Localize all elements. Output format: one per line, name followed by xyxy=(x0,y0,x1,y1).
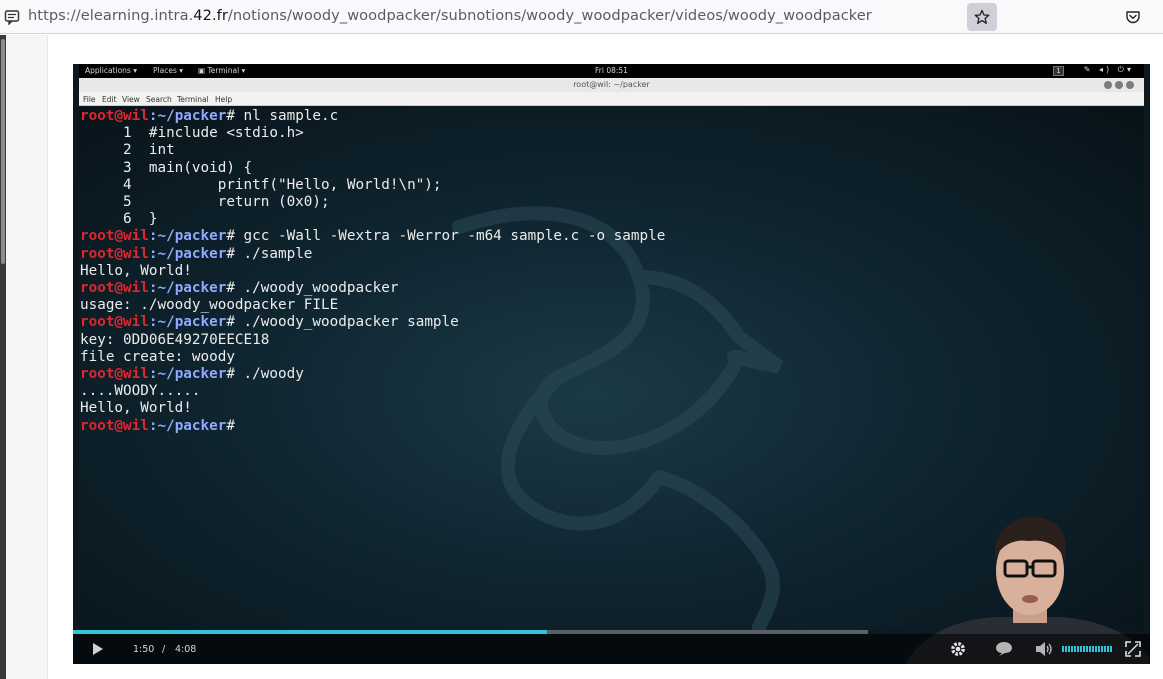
terminal-menu: ▣ Terminal ▾ xyxy=(198,66,246,75)
term-menu-terminal: Terminal xyxy=(177,95,209,104)
subtitles-icon[interactable] xyxy=(995,641,1013,657)
workspace-indicator: 1 xyxy=(1053,66,1064,76)
terminal-line: file create: woody xyxy=(80,348,235,365)
bookmark-star-icon xyxy=(974,9,990,24)
terminal-line: Hello, World! xyxy=(80,262,192,279)
terminal-line: root@wil:~/packer# xyxy=(80,417,235,434)
terminal-line: key: 0DD06E49270EECE18 xyxy=(80,331,270,348)
terminal-line: root@wil:~/packer# ./woody_woodpacker xyxy=(80,280,399,297)
terminal-line: 1 #include <stdio.h> xyxy=(80,125,304,142)
close-icon xyxy=(1126,81,1134,89)
terminal-title: root@wil: ~/packer xyxy=(573,80,650,89)
terminal-output: root@wil:~/packer# nl sample.c 1 #includ… xyxy=(80,108,665,435)
video-player[interactable]: Applications ▾ Places ▾ ▣ Terminal ▾ Fri… xyxy=(73,64,1150,664)
scrollbar-thumb[interactable] xyxy=(1,39,5,264)
left-gutter xyxy=(6,35,48,679)
time-separator: / xyxy=(162,644,166,655)
terminal-line: 5 return (0x0); xyxy=(80,194,330,211)
window-buttons xyxy=(1101,81,1134,91)
places-menu: Places ▾ xyxy=(153,66,183,75)
maximize-icon xyxy=(1115,81,1123,89)
fullscreen-icon[interactable] xyxy=(1125,641,1141,657)
terminal-line: Hello, World! xyxy=(80,400,192,417)
applications-menu: Applications ▾ xyxy=(85,66,137,75)
system-tray-icons: ✎ ◂) ⏻▾ xyxy=(1083,65,1134,74)
terminal-line: root@wil:~/packer# gcc -Wall -Wextra -We… xyxy=(80,228,666,245)
video-controls: 1:50 / 4:08 xyxy=(73,634,1150,664)
duration: 4:08 xyxy=(175,644,197,655)
term-menu-search: Search xyxy=(146,95,172,104)
terminal-line: 6 } xyxy=(80,211,158,228)
terminal-line: 3 main(void) { xyxy=(80,159,253,176)
page-info-icon[interactable] xyxy=(4,9,20,25)
terminal-line: root@wil:~/packer# ./woody_woodpacker sa… xyxy=(80,314,459,331)
term-menu-file: File xyxy=(83,95,96,104)
gnome-top-panel: Applications ▾ Places ▾ ▣ Terminal ▾ Fri… xyxy=(79,64,1144,78)
minimize-icon xyxy=(1104,81,1112,89)
play-icon[interactable] xyxy=(92,643,104,655)
bookmark-star-button[interactable] xyxy=(967,3,997,31)
terminal-line: root@wil:~/packer# nl sample.c xyxy=(80,108,339,124)
term-menu-edit: Edit xyxy=(102,95,117,104)
volume-icon[interactable] xyxy=(1035,642,1053,656)
volume-slider[interactable] xyxy=(1062,646,1113,652)
settings-gear-icon[interactable] xyxy=(949,640,967,658)
page-content: Applications ▾ Places ▾ ▣ Terminal ▾ Fri… xyxy=(0,35,1163,679)
terminal-line: root@wil:~/packer# ./woody xyxy=(80,366,304,383)
panel-clock: Fri 08:51 xyxy=(595,66,628,75)
terminal-titlebar: root@wil: ~/packer xyxy=(79,78,1144,92)
pocket-icon[interactable] xyxy=(1125,9,1141,25)
term-menu-help: Help xyxy=(215,95,233,104)
terminal-line: 4 printf("Hello, World!\n"); xyxy=(80,176,442,193)
terminal-menubar: File Edit View Search Terminal Help xyxy=(79,92,1144,106)
terminal-line: 2 int xyxy=(80,142,175,159)
browser-urlbar[interactable]: https://elearning.intra.42.fr/notions/wo… xyxy=(0,0,1163,34)
terminal-line: root@wil:~/packer# ./sample xyxy=(80,245,313,262)
url-text[interactable]: https://elearning.intra.42.fr/notions/wo… xyxy=(28,7,872,24)
terminal-line: ....WOODY..... xyxy=(80,383,201,400)
term-menu-view: View xyxy=(122,95,140,104)
current-time: 1:50 xyxy=(133,644,155,655)
terminal-line: usage: ./woody_woodpacker FILE xyxy=(80,297,339,314)
